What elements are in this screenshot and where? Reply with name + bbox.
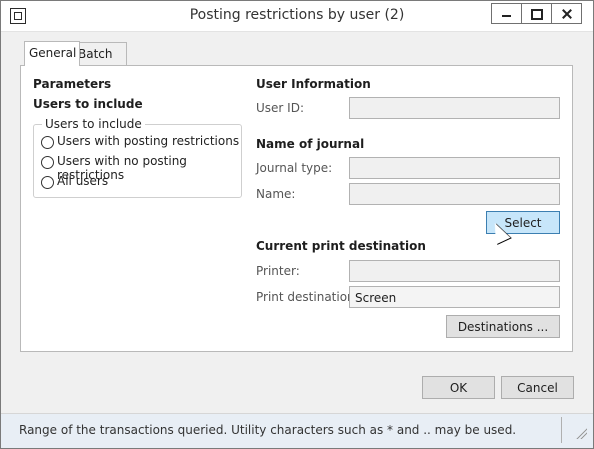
- users-with-posting-restrictions-label: Users with posting restrictions: [57, 134, 240, 148]
- users-to-include-heading: Users to include: [33, 97, 143, 111]
- resize-grip-icon[interactable]: [575, 427, 587, 439]
- journal-type-label: Journal type:: [256, 161, 333, 175]
- users-with-posting-restrictions-radio[interactable]: [41, 136, 54, 149]
- name-of-journal-heading: Name of journal: [256, 137, 365, 151]
- maximize-button[interactable]: [521, 3, 552, 24]
- user-id-field[interactable]: [349, 97, 560, 119]
- current-print-destination-heading: Current print destination: [256, 239, 426, 253]
- tab-batch[interactable]: Batch: [73, 42, 127, 65]
- general-tab-panel: Parameters Users to include Users to inc…: [20, 65, 573, 352]
- print-destination-field[interactable]: Screen: [349, 286, 560, 308]
- user-id-label: User ID:: [256, 101, 304, 115]
- destinations-button[interactable]: Destinations ...: [446, 315, 560, 338]
- status-divider: [561, 417, 562, 443]
- all-users-radio[interactable]: [41, 176, 54, 189]
- print-destination-label: Print destination:: [256, 290, 359, 304]
- users-to-include-group: Users to include Users with posting rest…: [33, 117, 242, 198]
- journal-name-label: Name:: [256, 187, 296, 201]
- printer-label: Printer:: [256, 264, 300, 278]
- close-button[interactable]: [551, 3, 582, 24]
- user-information-heading: User Information: [256, 77, 371, 91]
- parameters-heading: Parameters: [33, 77, 112, 91]
- minimize-button[interactable]: [491, 3, 522, 24]
- all-users-label: All users: [57, 174, 109, 188]
- ok-button[interactable]: OK: [422, 376, 495, 399]
- tab-general[interactable]: General: [24, 41, 80, 66]
- title-bar: Posting restrictions by user (2): [1, 1, 593, 32]
- users-to-include-group-title: Users to include: [42, 117, 145, 131]
- cancel-button[interactable]: Cancel: [501, 376, 574, 399]
- users-with-no-posting-restrictions-radio[interactable]: [41, 156, 54, 169]
- journal-name-field[interactable]: [349, 183, 560, 205]
- printer-field[interactable]: [349, 260, 560, 282]
- dialog-window: Posting restrictions by user (2) General…: [0, 0, 594, 449]
- journal-type-field[interactable]: [349, 157, 560, 179]
- status-bar: Range of the transactions queried. Utili…: [1, 413, 593, 448]
- status-message: Range of the transactions queried. Utili…: [19, 423, 517, 437]
